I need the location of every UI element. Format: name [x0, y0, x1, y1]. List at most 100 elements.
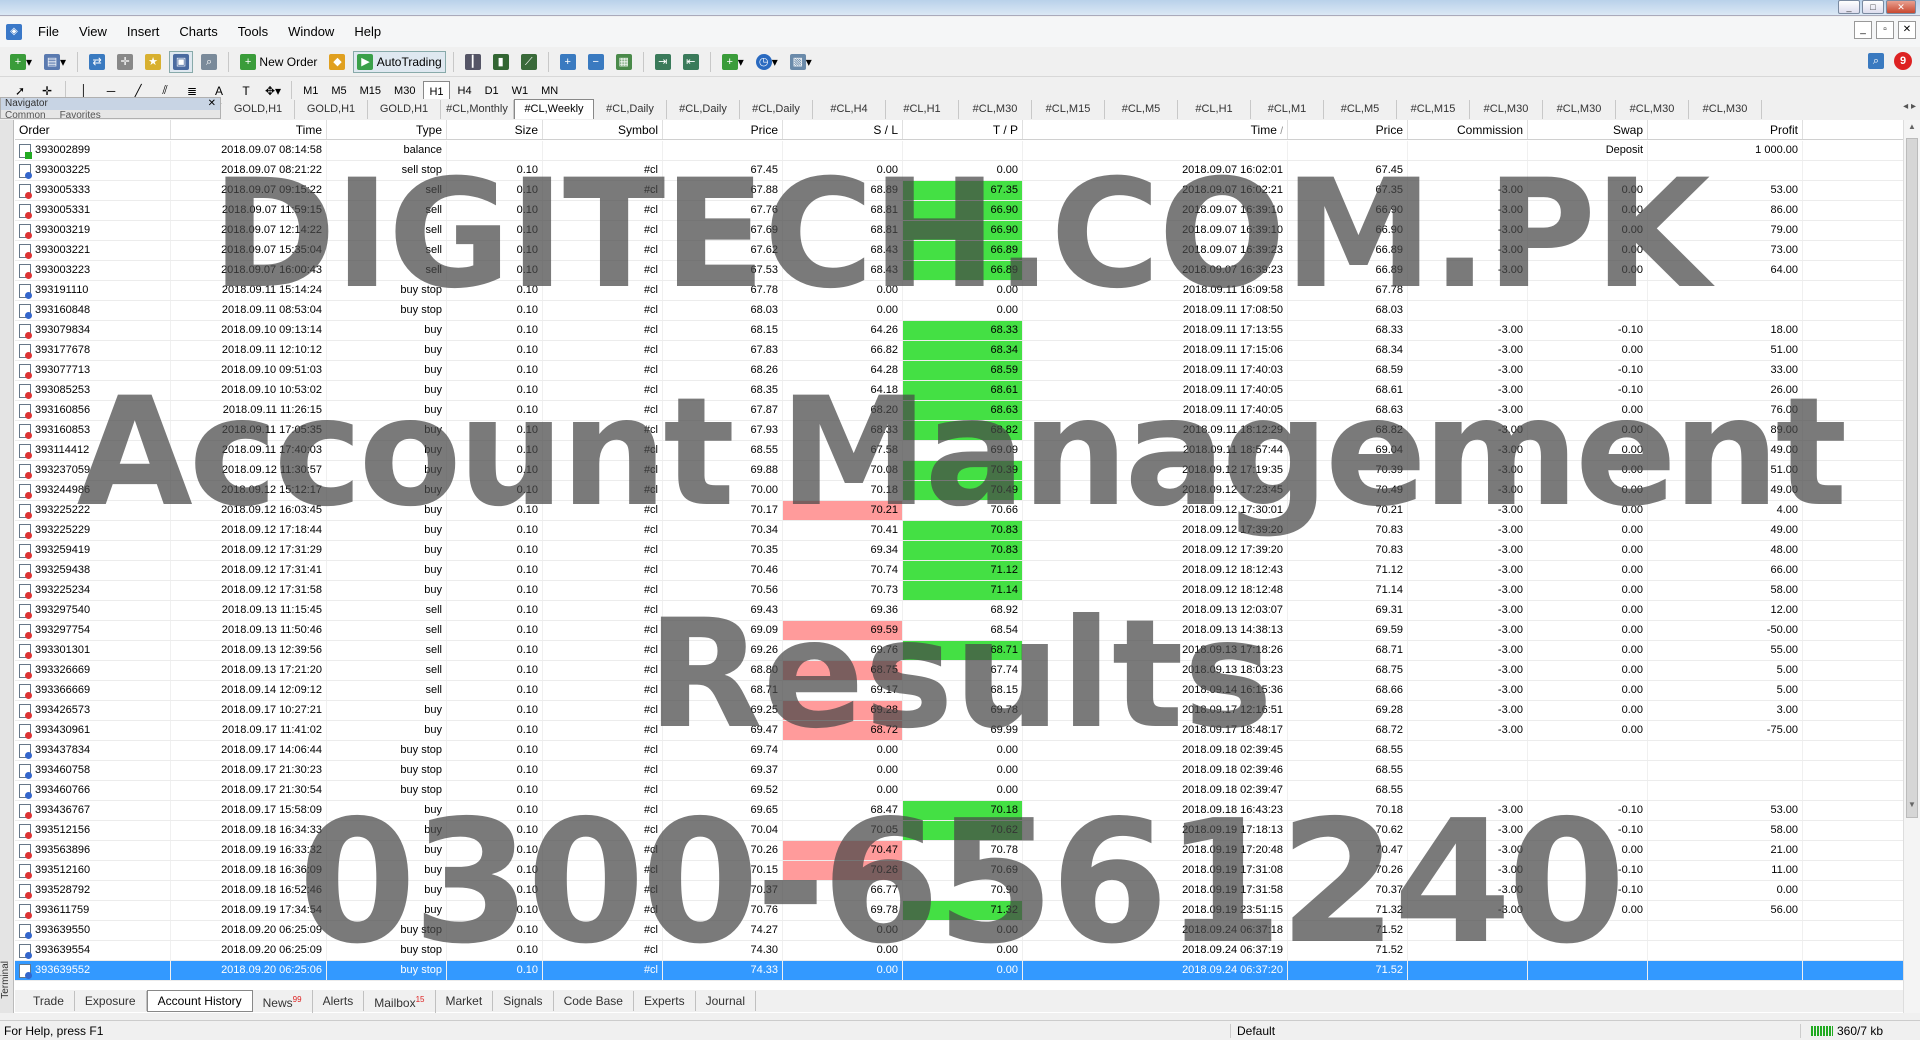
new-order-button[interactable]: + New Order	[236, 51, 321, 73]
menu-file[interactable]: File	[28, 17, 69, 47]
terminal-tab-exposure[interactable]: Exposure	[75, 991, 147, 1011]
table-row[interactable]: 393003219 2018.09.07 12:14:22 sell 0.10 #cl 6…	[15, 221, 1903, 241]
chart-tab[interactable]: #CL,M15	[1397, 100, 1470, 119]
chart-tab[interactable]: #CL,Daily	[740, 100, 813, 119]
col-open-time[interactable]: Time	[171, 120, 327, 139]
table-row[interactable]: 393430961 2018.09.17 11:41:02 buy 0.10 #cl 69…	[15, 721, 1903, 741]
tf-d1[interactable]: D1	[480, 81, 504, 101]
scroll-up-icon[interactable]: ▲	[1906, 122, 1918, 136]
scroll-down-icon[interactable]: ▼	[1906, 800, 1918, 814]
col-close-price[interactable]: Price	[1288, 120, 1408, 139]
col-stop-loss[interactable]: S / L	[783, 120, 903, 139]
profiles-button[interactable]: ▤ ▾	[40, 51, 70, 73]
col-profit[interactable]: Profit	[1648, 120, 1803, 139]
table-row[interactable]: 393639552 2018.09.20 06:25:06 buy stop 0.10…	[15, 961, 1903, 981]
mdi-minimize-button[interactable]: _	[1854, 21, 1872, 39]
menu-charts[interactable]: Charts	[169, 17, 227, 47]
col-take-profit[interactable]: T / P	[903, 120, 1023, 139]
maximize-button[interactable]: □	[1862, 0, 1884, 14]
col-open-price[interactable]: Price	[663, 120, 783, 139]
chart-tab[interactable]: #CL,Weekly	[514, 99, 594, 119]
chart-tab[interactable]: #CL,M30	[1689, 100, 1762, 119]
chart-tab[interactable]: #CL,M30	[959, 100, 1032, 119]
chart-tab[interactable]: #CL,M30	[1616, 100, 1689, 119]
chart-tab[interactable]: #CL,H1	[886, 100, 959, 119]
table-row[interactable]: 393611759 2018.09.19 17:34:54 buy 0.10 #cl 70…	[15, 901, 1903, 921]
terminal-button[interactable]: ▣	[169, 50, 194, 73]
table-row[interactable]: 393301301 2018.09.13 12:39:56 sell 0.10 #cl 6…	[15, 641, 1903, 661]
terminal-tab-market[interactable]: Market	[436, 991, 494, 1011]
table-row[interactable]: 393512160 2018.09.18 16:36:09 buy 0.10 #cl 70…	[15, 861, 1903, 881]
market-watch-button[interactable]: ⇄	[85, 51, 109, 73]
terminal-tab-news[interactable]: News99	[253, 989, 313, 1013]
tf-h1[interactable]: H1	[423, 80, 450, 101]
table-row[interactable]: 393003223 2018.09.07 16:00:43 sell 0.10 #cl 6…	[15, 261, 1903, 281]
data-window-button[interactable]: ✛	[113, 51, 137, 73]
notifications-badge[interactable]: 9	[1894, 52, 1912, 70]
terminal-tab-code-base[interactable]: Code Base	[554, 991, 634, 1011]
col-order[interactable]: Order	[15, 120, 171, 139]
line-chart-button[interactable]: ⟋	[517, 51, 541, 73]
table-row[interactable]: 393225222 2018.09.12 16:03:45 buy 0.10 #cl 70…	[15, 501, 1903, 521]
tf-w1[interactable]: W1	[507, 81, 534, 101]
table-row[interactable]: 393639550 2018.09.20 06:25:09 buy stop 0.10…	[15, 921, 1903, 941]
chart-tab[interactable]: #CL,Daily	[667, 100, 740, 119]
chart-tab[interactable]: #CL,M15	[1032, 100, 1105, 119]
tile-windows-button[interactable]: ▦	[612, 51, 636, 73]
table-row[interactable]: 393528792 2018.09.18 16:52:46 buy 0.10 #cl 70…	[15, 881, 1903, 901]
table-row[interactable]: 393005333 2018.09.07 09:15:22 sell 0.10 #cl 6…	[15, 181, 1903, 201]
table-row[interactable]: 393639554 2018.09.20 06:25:09 buy stop 0.10…	[15, 941, 1903, 961]
col-size[interactable]: Size	[447, 120, 543, 139]
chart-tab[interactable]: #CL,H4	[813, 100, 886, 119]
col-close-time[interactable]: Time /	[1023, 120, 1288, 139]
terminal-tab-alerts[interactable]: Alerts	[313, 991, 365, 1011]
table-row[interactable]: 393259438 2018.09.12 17:31:41 buy 0.10 #cl 70…	[15, 561, 1903, 581]
tf-m5[interactable]: M5	[326, 81, 351, 101]
terminal-tab-experts[interactable]: Experts	[634, 991, 696, 1011]
autoscroll-button[interactable]: ⇥	[651, 51, 675, 73]
table-row[interactable]: 393160856 2018.09.11 11:26:15 buy 0.10 #cl 67…	[15, 401, 1903, 421]
chart-shift-button[interactable]: ⇤	[679, 51, 703, 73]
chart-tab[interactable]: #CL,Daily	[594, 100, 667, 119]
menu-window[interactable]: Window	[278, 17, 344, 47]
table-row[interactable]: 393177678 2018.09.11 12:10:12 buy 0.10 #cl 67…	[15, 341, 1903, 361]
autotrading-button[interactable]: ▶ AutoTrading	[353, 50, 446, 73]
chart-tab[interactable]: #CL,M30	[1470, 100, 1543, 119]
table-row[interactable]: 393436767 2018.09.17 15:58:09 buy 0.10 #cl 69…	[15, 801, 1903, 821]
chart-tab[interactable]: #CL,M5	[1105, 100, 1178, 119]
menu-help[interactable]: Help	[344, 17, 391, 47]
menu-tools[interactable]: Tools	[228, 17, 278, 47]
table-row[interactable]: 393563896 2018.09.19 16:33:32 buy 0.10 #cl 70…	[15, 841, 1903, 861]
table-row[interactable]: 393297754 2018.09.13 11:50:46 sell 0.10 #cl 6…	[15, 621, 1903, 641]
chart-tab[interactable]: #CL,H1	[1178, 100, 1251, 119]
minimize-button[interactable]: _	[1838, 0, 1860, 14]
table-row[interactable]: 393259419 2018.09.12 17:31:29 buy 0.10 #cl 70…	[15, 541, 1903, 561]
table-row[interactable]: 393326669 2018.09.13 17:21:20 sell 0.10 #cl 6…	[15, 661, 1903, 681]
table-row[interactable]: 393366669 2018.09.14 12:09:12 sell 0.10 #cl 6…	[15, 681, 1903, 701]
tf-mn[interactable]: MN	[536, 81, 563, 101]
indicators-button[interactable]: + ▾	[718, 51, 748, 73]
navigator-close-icon[interactable]: ✕	[208, 98, 216, 109]
menu-view[interactable]: View	[69, 17, 117, 47]
terminal-tab-journal[interactable]: Journal	[696, 991, 756, 1011]
table-row[interactable]: 393002899 2018.09.07 08:14:58 balance Depos…	[15, 141, 1903, 161]
table-row[interactable]: 393244986 2018.09.12 15:12:17 buy 0.10 #cl 70…	[15, 481, 1903, 501]
col-commission[interactable]: Commission	[1408, 120, 1528, 139]
tf-m30[interactable]: M30	[389, 81, 420, 101]
new-chart-button[interactable]: + ▾	[6, 51, 36, 73]
col-symbol[interactable]: Symbol	[543, 120, 663, 139]
table-row[interactable]: 393005331 2018.09.07 11:59:15 sell 0.10 #cl 6…	[15, 201, 1903, 221]
bar-chart-button[interactable]: ┃	[461, 51, 485, 73]
table-row[interactable]: 393160853 2018.09.11 17:05:35 buy 0.10 #cl 67…	[15, 421, 1903, 441]
table-row[interactable]: 393077713 2018.09.10 09:51:03 buy 0.10 #cl 68…	[15, 361, 1903, 381]
chart-tab[interactable]: #CL,M30	[1543, 100, 1616, 119]
periods-button[interactable]: ◷ ▾	[752, 51, 782, 73]
metaeditor-button[interactable]: ◆	[325, 51, 349, 73]
table-row[interactable]: 393225229 2018.09.12 17:18:44 buy 0.10 #cl 70…	[15, 521, 1903, 541]
zoom-out-button[interactable]: −	[584, 51, 608, 73]
mdi-close-button[interactable]: ✕	[1898, 21, 1916, 39]
table-row[interactable]: 393460758 2018.09.17 21:30:23 buy stop 0.10…	[15, 761, 1903, 781]
terminal-tab-account-history[interactable]: Account History	[146, 990, 253, 1012]
navigator-button[interactable]: ★	[141, 51, 165, 73]
menu-insert[interactable]: Insert	[117, 17, 170, 47]
